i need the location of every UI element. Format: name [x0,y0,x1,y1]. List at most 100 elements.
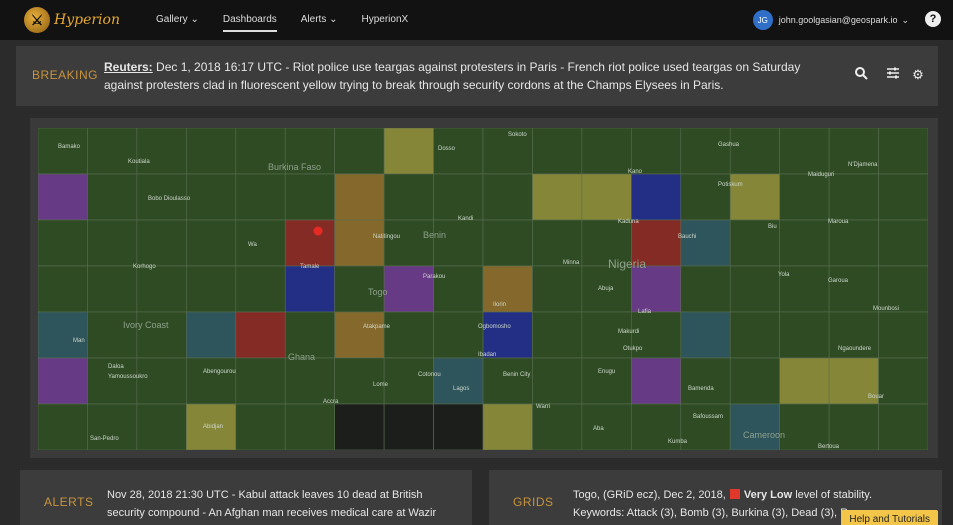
grid-cell[interactable] [482,403,533,450]
grid-cell[interactable] [136,128,187,175]
grid-cell[interactable] [433,357,484,405]
grid-cell[interactable] [38,311,88,359]
grid-cell[interactable] [38,265,88,313]
grid-cell[interactable] [186,311,237,359]
nav-alerts[interactable]: Alerts ⌄ [301,0,338,40]
grid-cell[interactable] [828,173,879,221]
grid-cell[interactable] [284,265,335,313]
grid-cell[interactable] [433,403,484,450]
grid-cell[interactable] [581,128,632,175]
grid-cell[interactable] [235,173,286,221]
grid-cell[interactable] [631,128,682,175]
grid-cell[interactable] [186,265,237,313]
grid-cell[interactable] [433,265,484,313]
grid-cell[interactable] [87,173,138,221]
help-icon[interactable]: ? [925,11,941,27]
grid-cell[interactable] [631,265,682,313]
grid-cell[interactable] [581,357,632,405]
grid-cell[interactable] [186,128,237,175]
grid-cell[interactable] [136,219,187,267]
grid-cell[interactable] [433,311,484,359]
grid-cell[interactable] [729,128,780,175]
grid-cell[interactable] [383,403,434,450]
grid-cell[interactable] [828,219,879,267]
grid-cell[interactable] [878,219,928,267]
grid-cell[interactable] [334,128,385,175]
grid-cell[interactable] [729,265,780,313]
grid-cell[interactable] [779,128,830,175]
grid-cell[interactable] [334,173,385,221]
grid-cell[interactable] [680,173,731,221]
grid-cell[interactable] [779,173,830,221]
grid-cell[interactable] [334,219,385,267]
grid-cell[interactable] [334,311,385,359]
grid-cell[interactable] [482,173,533,221]
grid-cell[interactable] [136,311,187,359]
grid-cell[interactable] [136,265,187,313]
grid-cell[interactable] [87,219,138,267]
grid-cell[interactable] [87,128,138,175]
grid-cell[interactable] [87,311,138,359]
grid-cell[interactable] [779,311,830,359]
grid-cell[interactable] [878,128,928,175]
help-tutorials-button[interactable]: Help and Tutorials [841,510,938,525]
grid-cell[interactable] [878,311,928,359]
sliders-icon[interactable] [884,66,902,84]
grid-cell[interactable] [383,311,434,359]
grid-cell[interactable] [284,219,335,267]
grid-cell[interactable] [779,357,830,405]
grid-cell[interactable] [186,219,237,267]
grid-cell[interactable] [532,311,583,359]
grid-cell[interactable] [828,265,879,313]
grid-cell[interactable] [87,403,138,450]
alerts-text[interactable]: Nov 28, 2018 21:30 UTC - Kabul attack le… [107,486,467,522]
grid-cell[interactable] [38,173,88,221]
grid-cell[interactable] [482,357,533,405]
grid-cell[interactable] [38,219,88,267]
grid-cell[interactable] [532,403,583,450]
grid-cell[interactable] [334,403,385,450]
grid-cell[interactable] [136,403,187,450]
grid-cell[interactable] [878,403,928,450]
grid-cell[interactable] [235,357,286,405]
grid-cell[interactable] [136,357,187,405]
grid-cell[interactable] [383,128,434,175]
grid-cell[interactable] [878,173,928,221]
grid-cell[interactable] [433,173,484,221]
grid-cell[interactable] [235,219,286,267]
grid-cell[interactable] [284,357,335,405]
grid-cell[interactable] [729,173,780,221]
grid-cell[interactable] [284,173,335,221]
grid-cell[interactable] [186,173,237,221]
selected-marker-icon[interactable] [313,226,323,236]
nav-dashboards[interactable]: Dashboards [222,0,277,40]
grid-cell[interactable] [38,357,88,405]
gear-icon[interactable]: ⚙ [909,66,927,84]
grid-cell[interactable] [383,219,434,267]
grid-cell[interactable] [186,357,237,405]
grid-cell[interactable] [482,219,533,267]
grid-cell[interactable] [284,403,335,450]
nav-gallery[interactable]: Gallery ⌄ [156,0,199,40]
grid-cell[interactable] [878,357,928,405]
grid-map[interactable]: Bamako Koutiala Bobo Dioulasso Burkina Faso… [38,128,928,450]
grid-cell[interactable] [680,219,731,267]
grid-cell[interactable] [631,357,682,405]
grid-cell[interactable] [482,265,533,313]
grid-cell[interactable] [38,128,88,175]
grid-cell[interactable] [38,403,88,450]
grid-cell[interactable] [729,357,780,405]
grid-cell[interactable] [680,403,731,450]
user-menu[interactable]: JG john.goolgasian@geospark.io ⌄ [752,10,909,30]
grid-cell[interactable] [532,128,583,175]
nav-hyperionx[interactable]: HyperionX [362,0,409,40]
grid-cell[interactable] [680,357,731,405]
grid-cell[interactable] [87,265,138,313]
grid-cell[interactable] [235,311,286,359]
breaking-source-link[interactable]: Reuters: [104,60,153,74]
grid-cell[interactable] [433,219,484,267]
grid-cell[interactable] [729,403,780,450]
grid-cell[interactable] [532,357,583,405]
grid-cell[interactable] [581,173,632,221]
grid-cell[interactable] [680,128,731,175]
